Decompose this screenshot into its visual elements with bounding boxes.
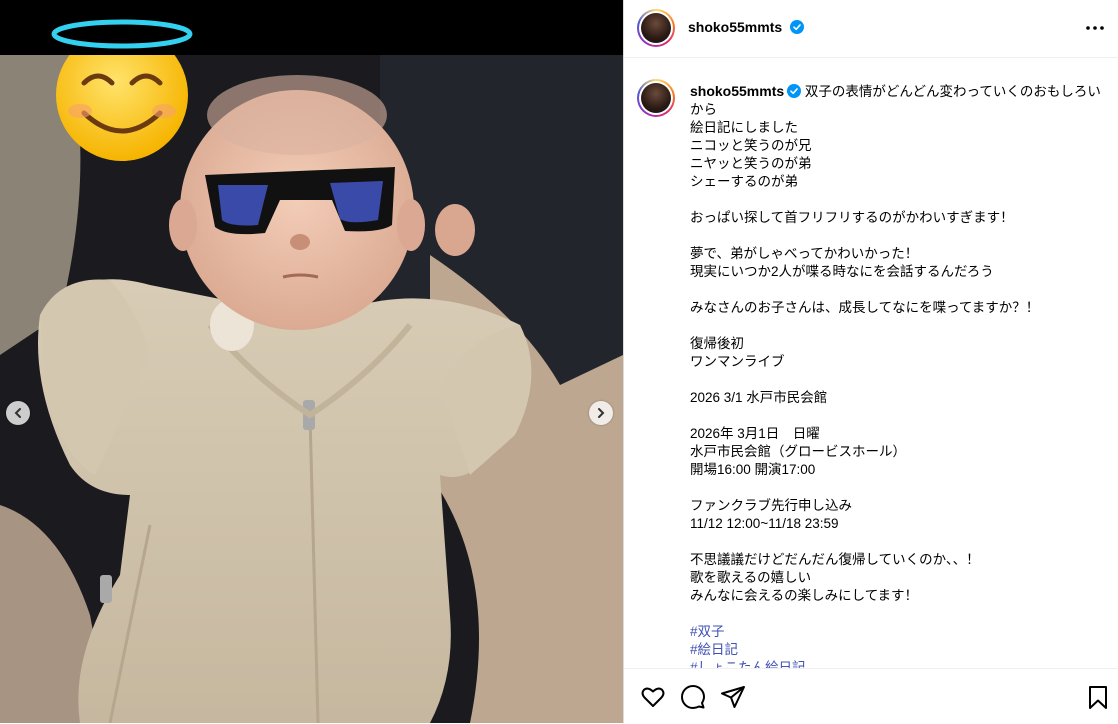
hashtag-link[interactable]: #絵日記 xyxy=(690,641,1108,659)
more-icon[interactable] xyxy=(1083,17,1107,39)
caption-line: 開場16:00 開演17:00 xyxy=(690,462,816,477)
caption-username[interactable]: shoko55mmts xyxy=(690,83,784,99)
caption-line: ファンクラブ先行申し込み xyxy=(690,498,852,513)
caption-line xyxy=(690,191,1108,209)
caption-line: 絵日記にしました xyxy=(690,120,798,135)
caption-line: ニヤッと笑うのが弟 xyxy=(690,156,812,171)
caption-line: 歌を歌えるの嬉しい xyxy=(690,570,812,585)
caption-line xyxy=(690,479,1108,497)
caption-line: シェーするのが弟 xyxy=(690,174,798,189)
caption-line xyxy=(690,407,1108,425)
halo-overlay xyxy=(51,19,193,49)
caption-line: 現実にいつか2人が喋る時なにを会話するんだろう xyxy=(690,264,994,279)
action-bar xyxy=(624,668,1118,724)
hashtag-link[interactable]: #しょこたん絵日記 xyxy=(690,659,1108,668)
verified-badge-icon xyxy=(787,84,802,98)
post-photo xyxy=(0,55,623,723)
next-photo-button[interactable] xyxy=(589,401,613,425)
post-media[interactable] xyxy=(0,0,623,723)
caption-line xyxy=(690,281,1108,299)
heart-icon[interactable] xyxy=(640,684,666,710)
caption-line: みんなに会えるの楽しみにしてます！ xyxy=(690,588,919,603)
bookmark-icon[interactable] xyxy=(1085,684,1111,710)
caption-avatar-image xyxy=(641,83,671,113)
caption-line: 2026 3/1 水戸市民会館 xyxy=(690,390,828,405)
hashtag-link[interactable]: #双子 xyxy=(690,623,1108,641)
caption-line: 水戸市民会館（グロービスホール） xyxy=(690,444,906,459)
avatar-border xyxy=(639,11,673,45)
caption-text: shoko55mmts 双子の表情がどんどん変わっていくのおもしろいから 絵日記に… xyxy=(690,82,1108,668)
caption-line: おっぱい探して首フリフリするのがかわいすぎます！ xyxy=(690,210,1014,225)
caption-line xyxy=(690,533,1108,551)
verified-badge-icon xyxy=(789,20,804,34)
previous-photo-button[interactable] xyxy=(6,401,30,425)
caption-line: 11/12 12:00~11/18 23:59 xyxy=(690,516,839,531)
caption-line: 2026年 3月1日 日曜 xyxy=(690,426,820,441)
avatar-image xyxy=(641,13,671,43)
caption-line xyxy=(690,227,1108,245)
header-username[interactable]: shoko55mmts xyxy=(688,19,782,35)
caption-avatar[interactable] xyxy=(637,79,675,117)
chevron-right-icon xyxy=(598,408,605,418)
caption-line: ニコッと笑うのが兄 xyxy=(690,138,812,153)
caption-line: 夢で、弟がしゃべってかわいかった！ xyxy=(690,246,919,261)
caption-line: 復帰後初 xyxy=(690,336,744,351)
post-detail-panel: shoko55mmts shoko55mmts 双子の表情がどんどん変わっていく… xyxy=(624,0,1118,723)
caption-line xyxy=(690,317,1108,335)
caption-avatar-border xyxy=(639,81,673,115)
caption-hashtags: #双子 #絵日記 #しょこたん絵日記 xyxy=(690,623,1108,668)
caption-line xyxy=(690,605,1108,623)
caption-line xyxy=(690,371,1108,389)
share-icon[interactable] xyxy=(720,684,746,710)
caption-line: みなさんのお子さんは、成長してなにを喋ってますか？！ xyxy=(690,300,1040,315)
avatar[interactable] xyxy=(637,9,675,47)
header-username-row: shoko55mmts xyxy=(688,19,804,37)
caption-area[interactable]: shoko55mmts 双子の表情がどんどん変わっていくのおもしろいから 絵日記に… xyxy=(624,58,1118,668)
caption-line: ワンマンライブ xyxy=(690,354,785,369)
post-header: shoko55mmts xyxy=(624,0,1118,58)
comment-icon[interactable] xyxy=(680,684,706,710)
chevron-left-icon xyxy=(14,408,21,418)
caption-body: 絵日記にしました ニコッと笑うのが兄 ニヤッと笑うのが弟 シェーするのが弟おっぱい探し… xyxy=(690,119,1108,623)
caption-line: 不思議議だけどだんだん復帰していくのか、、！ xyxy=(690,552,980,567)
